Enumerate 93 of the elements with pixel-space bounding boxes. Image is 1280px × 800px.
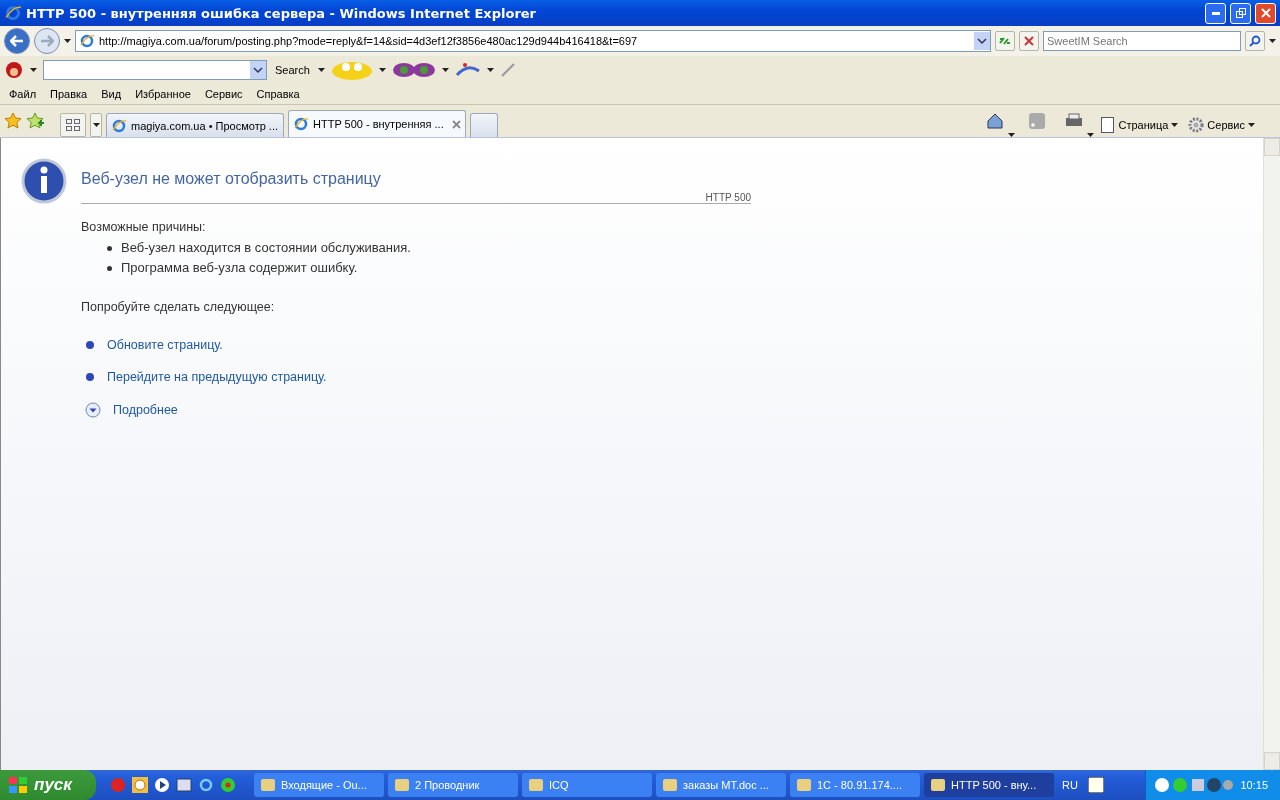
command-button[interactable]: Страница xyxy=(1098,113,1182,137)
command-button[interactable]: Сервис xyxy=(1185,113,1258,137)
error-code: HTTP 500 xyxy=(705,192,751,203)
browser-tab[interactable]: HTTP 500 - внутренняя ... xyxy=(288,110,466,137)
media-play-icon[interactable] xyxy=(154,777,170,793)
window-icon xyxy=(394,777,410,793)
search-field[interactable]: SweetIM Search xyxy=(1043,31,1241,51)
caret-icon xyxy=(1171,123,1179,127)
start-button[interactable]: пуск xyxy=(0,770,96,800)
menu-item[interactable]: Вид xyxy=(96,88,127,100)
scrollbar[interactable] xyxy=(1263,138,1280,770)
language-indicator[interactable]: RU xyxy=(1062,779,1078,791)
toolbar-search-field[interactable] xyxy=(43,60,267,80)
tray-icons-drawing[interactable] xyxy=(1154,776,1235,794)
window-icon xyxy=(662,777,678,793)
quick-tabs-button[interactable] xyxy=(60,113,86,137)
taskbar-button[interactable]: заказы MT.doc ... xyxy=(656,773,786,797)
caret-icon xyxy=(1269,39,1276,43)
address-bar[interactable]: http://magiya.com.ua/forum/posting.php?mode=reply&f=14&sid=4d3ef12f3856e480ac129d944b416418&t=697 xyxy=(75,30,991,52)
taskbar-button[interactable]: 2 Проводник xyxy=(388,773,518,797)
taskbar-button[interactable]: HTTP 500 - вну... xyxy=(924,773,1054,797)
bullet-icon xyxy=(85,340,95,350)
minimize-button[interactable] xyxy=(1205,2,1226,24)
caret-icon xyxy=(317,68,325,72)
causes-heading: Возможные причины: xyxy=(81,220,207,234)
menu-item[interactable]: Правка xyxy=(45,88,93,100)
home-icon[interactable] xyxy=(986,112,1005,130)
window-title: HTTP 500 - внутренняя ошибка сервера - Windows Internet Explorer xyxy=(26,5,538,21)
browser-e-icon xyxy=(4,4,22,22)
dropdown-icon[interactable] xyxy=(974,32,990,50)
caret-icon xyxy=(486,68,494,72)
restore-button[interactable] xyxy=(1230,2,1251,24)
info-icon xyxy=(21,158,67,204)
tab-close-icon[interactable] xyxy=(452,119,461,129)
grid-icon xyxy=(66,119,80,131)
taskbar-button[interactable]: 1C - 80.91.174.... xyxy=(790,773,920,797)
printer-icon[interactable] xyxy=(1065,113,1084,129)
taskbar-button[interactable]: ICQ xyxy=(522,773,652,797)
url-input[interactable]: http://magiya.com.ua/forum/posting.php?mode=reply&f=14&sid=4d3ef12f3856e480ac129d944b416418&t=697 xyxy=(99,35,970,47)
browser-e-icon xyxy=(293,116,309,132)
caret-icon xyxy=(64,39,71,43)
back-arrow-icon xyxy=(10,35,24,47)
add-favorite-icon[interactable] xyxy=(26,112,44,130)
browser-e-icon xyxy=(79,33,95,49)
toolbar-search-button[interactable]: Search xyxy=(273,64,312,76)
caret-icon xyxy=(378,68,386,72)
dropdown-icon[interactable] xyxy=(250,61,266,79)
clock: 10:15 xyxy=(1240,779,1268,791)
refresh-button[interactable] xyxy=(995,31,1015,51)
search-icon xyxy=(1249,35,1261,47)
menu-item[interactable]: Справка xyxy=(251,88,305,100)
favorites-star-icon[interactable] xyxy=(4,112,22,130)
caret-icon xyxy=(30,68,37,72)
forward-arrow-icon xyxy=(40,35,54,47)
caret-icon xyxy=(1248,123,1255,127)
stop-button[interactable] xyxy=(1019,31,1039,51)
close-icon xyxy=(1260,8,1271,18)
window-icon xyxy=(930,777,946,793)
action-link[interactable]: Перейдите на предыдущую страницу. xyxy=(107,370,327,384)
action-link[interactable]: Обновите страницу. xyxy=(107,338,223,352)
browser-e-icon[interactable] xyxy=(198,777,214,793)
taskbar-button[interactable]: Входящие - Ou... xyxy=(254,773,384,797)
bullet-icon xyxy=(107,245,112,251)
bullet-icon xyxy=(85,372,95,382)
page-icon xyxy=(1101,117,1116,133)
restore-icon xyxy=(1235,8,1246,18)
gear-icon xyxy=(1188,117,1205,133)
stop-icon xyxy=(1024,36,1034,46)
menu-item[interactable]: Сервис xyxy=(199,88,248,100)
tab-list-button[interactable] xyxy=(90,113,102,137)
expand-icon[interactable] xyxy=(85,402,101,418)
window-icon xyxy=(260,777,276,793)
action-link[interactable]: Подробнее xyxy=(113,403,178,417)
close-button[interactable] xyxy=(1255,2,1276,24)
minimize-icon xyxy=(1211,11,1220,15)
menu-item[interactable]: Файл xyxy=(4,88,42,100)
eyes-icon[interactable] xyxy=(391,61,436,79)
caret-icon xyxy=(441,68,449,72)
back-button[interactable] xyxy=(4,28,30,54)
cause-text: Веб-узел находится в состоянии обслуживания. xyxy=(121,239,411,257)
cause-text: Программа веб-узла содержит ошибку. xyxy=(121,259,358,277)
window-icon xyxy=(528,777,544,793)
error-title: Веб-узел не может отобразить страницу xyxy=(81,170,382,188)
caret-icon xyxy=(92,123,100,127)
browser-tab[interactable]: magiya.com.ua • Просмотр ... xyxy=(106,113,284,137)
forward-button[interactable] xyxy=(34,28,60,54)
browser-e-icon xyxy=(111,117,127,134)
windows-logo-icon xyxy=(8,776,28,794)
menu-item[interactable]: Избранное xyxy=(130,88,196,100)
bullet-icon xyxy=(107,265,112,271)
search-button[interactable] xyxy=(1245,31,1265,51)
suggestions-heading: Попробуйте сделать следующее: xyxy=(81,300,276,314)
window-icon xyxy=(796,777,812,793)
